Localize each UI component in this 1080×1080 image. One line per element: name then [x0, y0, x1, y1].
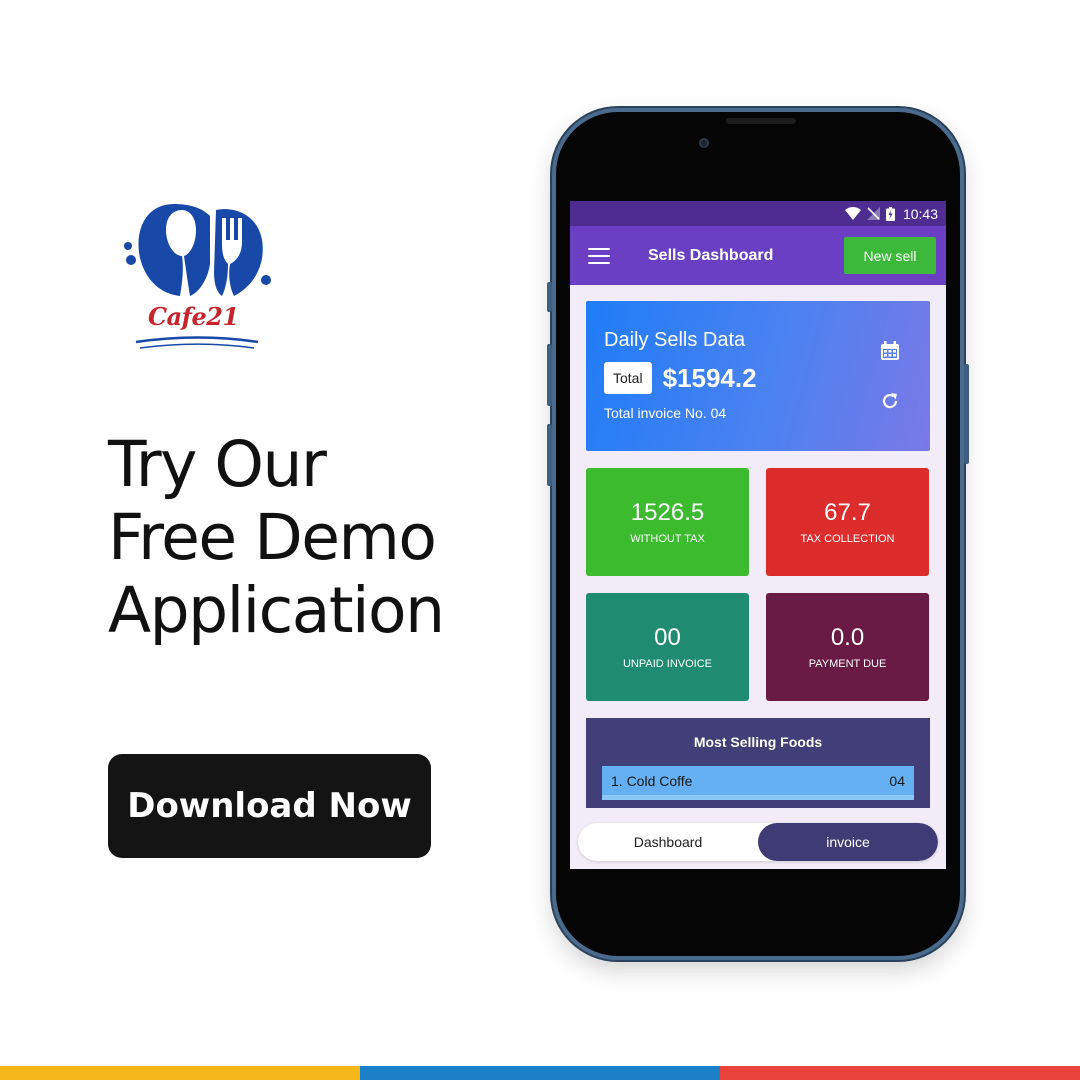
stat-label: PAYMENT DUE — [808, 658, 887, 670]
sales-card-title: Daily Sells Data — [604, 329, 746, 351]
phone-power-button — [964, 364, 969, 464]
headline: Try Our Free Demo Application — [108, 428, 528, 647]
calendar-icon[interactable] — [880, 341, 900, 361]
battery-charging-icon — [885, 206, 895, 221]
stat-label: UNPAID INVOICE — [622, 658, 713, 670]
app-screen: 10:43 Sells Dashboard New sell Daily Sel… — [570, 201, 946, 869]
phone-volume-down-button — [547, 424, 552, 486]
headline-line-1: Try Our — [108, 428, 327, 501]
stat-label: TAX COLLECTION — [800, 533, 895, 545]
stat-without-tax[interactable]: 1526.5 WITHOUT TAX — [586, 468, 749, 576]
phone-volume-up-button — [547, 344, 552, 406]
dashboard-content: Daily Sells Data Total $1594.2 Total inv… — [570, 285, 946, 808]
most-selling-foods: Most Selling Foods 1. Cold Coffe 04 — [586, 718, 930, 808]
sales-total-row: Total $1594.2 — [604, 362, 912, 394]
list-item[interactable]: 1. Cold Coffe 04 — [602, 766, 914, 800]
bottom-color-strip — [0, 1066, 1080, 1080]
tab-dashboard[interactable]: Dashboard — [578, 823, 758, 861]
stat-value: 00 — [654, 624, 681, 651]
total-badge: Total — [604, 362, 652, 394]
stat-value: 1526.5 — [630, 499, 705, 526]
strip-red — [720, 1066, 1080, 1080]
refresh-icon[interactable] — [880, 391, 900, 411]
front-camera — [699, 138, 709, 148]
phone-speaker — [726, 118, 796, 124]
stat-unpaid-invoice[interactable]: 00 UNPAID INVOICE — [586, 593, 749, 701]
status-bar: 10:43 — [570, 201, 946, 226]
stats-grid: 1526.5 WITHOUT TAX 67.7 TAX COLLECTION 0… — [586, 468, 930, 701]
stat-tax-collection[interactable]: 67.7 TAX COLLECTION — [766, 468, 929, 576]
cafe21-logo: Cafe21 — [118, 196, 276, 356]
stat-label: WITHOUT TAX — [630, 533, 705, 545]
food-name: 1. Cold Coffe — [611, 772, 693, 789]
stat-payment-due[interactable]: 0.0 PAYMENT DUE — [766, 593, 929, 701]
new-sell-button[interactable]: New sell — [844, 237, 936, 274]
hamburger-menu-icon[interactable] — [588, 247, 610, 264]
stat-value: 0.0 — [830, 624, 865, 651]
strip-blue — [360, 1066, 720, 1080]
bottom-nav: Dashboard invoice — [578, 823, 938, 861]
headline-line-3: Application — [108, 574, 445, 647]
download-now-button[interactable]: Download Now — [108, 754, 431, 858]
daily-sales-card: Daily Sells Data Total $1594.2 Total inv… — [586, 301, 930, 451]
tab-invoice[interactable]: invoice — [758, 823, 938, 861]
spoon-fork-icon — [124, 204, 271, 349]
phone-mockup: 10:43 Sells Dashboard New sell Daily Sel… — [547, 108, 969, 960]
most-selling-title: Most Selling Foods — [693, 734, 823, 750]
logo-text: Cafe21 — [148, 302, 239, 331]
page-title: Sells Dashboard — [648, 246, 774, 264]
wifi-icon — [844, 207, 861, 220]
food-count: 04 — [889, 772, 905, 789]
strip-yellow — [0, 1066, 360, 1080]
signal-off-icon — [866, 207, 880, 220]
total-amount: $1594.2 — [662, 362, 757, 393]
phone-mute-button — [547, 282, 552, 312]
status-time: 10:43 — [902, 205, 938, 222]
headline-line-2: Free Demo — [108, 501, 437, 574]
invoice-count: Total invoice No. 04 — [604, 405, 727, 421]
stat-value: 67.7 — [824, 499, 871, 526]
app-bar: Sells Dashboard New sell — [570, 226, 946, 285]
